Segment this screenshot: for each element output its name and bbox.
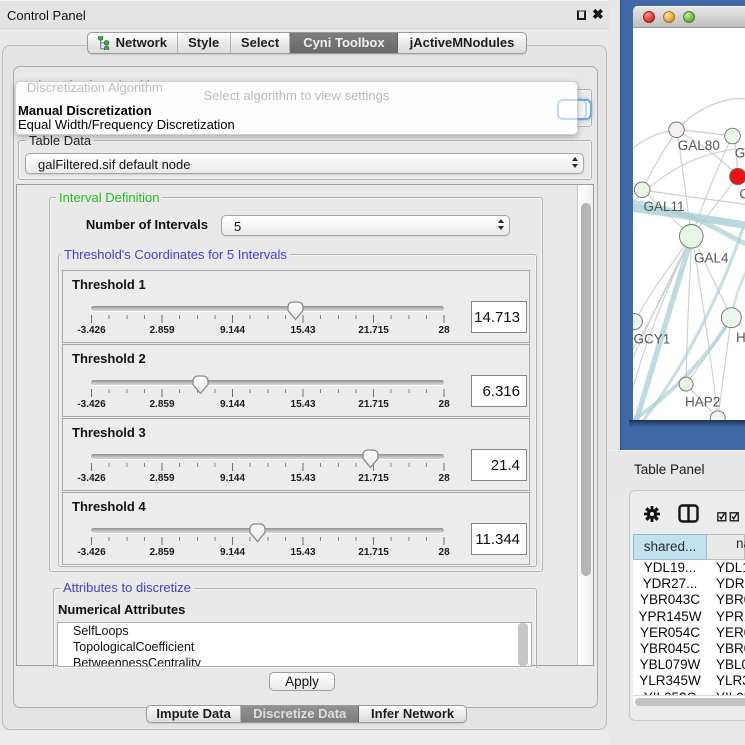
svg-text:GCY1: GCY1 — [634, 332, 671, 347]
svg-text:HAP1: HAP1 — [736, 330, 745, 345]
svg-text:GAL2: GAL2 — [735, 146, 745, 161]
svg-text:CLN1: CLN1 — [739, 187, 745, 202]
svg-text:GAL4: GAL4 — [694, 251, 729, 266]
svg-text:HAP2: HAP2 — [685, 395, 720, 410]
svg-text:GAL11: GAL11 — [644, 199, 685, 214]
svg-text:GAL80: GAL80 — [678, 138, 720, 153]
